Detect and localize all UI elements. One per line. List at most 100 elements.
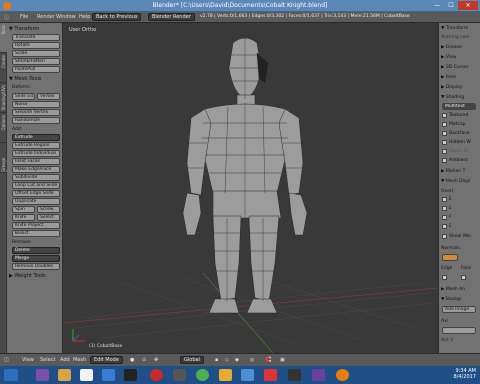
system-clock[interactable]: 9:34 AM 8/4/2017 [454,368,476,380]
axis-select[interactable] [442,327,476,334]
acrobat-icon[interactable] [264,369,277,381]
editor-type-icon[interactable]: ⓘ [4,14,9,21]
menu-window[interactable]: Window [56,14,76,20]
shading-mode-select[interactable]: Multitext [442,103,476,110]
props-view-header[interactable]: ▶ View [441,55,457,60]
slide-edge-button[interactable]: Slide Ed [12,93,35,100]
extrude-individual-button[interactable]: Extrude Individual [12,150,60,157]
translate-button[interactable]: Translate [12,34,60,41]
viewport-scene[interactable] [63,23,438,353]
remove-doubles-button[interactable]: Remove Doubles [12,263,60,270]
menu-add[interactable]: Add [60,357,70,363]
menu-file[interactable]: File [20,14,28,20]
close-button[interactable]: ✕ [458,1,478,10]
menu-view[interactable]: View [22,357,34,363]
inset-faces-button[interactable]: Inset Faces [12,158,60,165]
spin-button[interactable]: Spin [12,206,35,213]
slide-vertex-button[interactable]: Vertex [37,93,60,100]
viewport-shading-icon[interactable]: ● [130,357,134,363]
loop-cut-and-slide-button[interactable]: Loop Cut and Slide [12,182,60,189]
proportional-edit-icon[interactable]: ◎ [250,357,254,363]
menu-render[interactable]: Render [37,14,55,20]
extrude-select[interactable]: Extrude [12,134,60,141]
maximize-button[interactable]: ☐ [444,1,458,10]
props-grease-header[interactable]: ▶ Grease [441,45,462,50]
tab-shading-uvs[interactable]: Shading/UVs [0,83,7,113]
vertex-select-icon[interactable]: ▪ [215,357,218,363]
blender-taskbar-icon[interactable] [336,369,349,381]
extrude-region-button[interactable]: Extrude Region [12,142,60,149]
depth-checkbox[interactable] [442,149,447,154]
pivot-icon[interactable]: ⊙ [142,357,146,363]
props-item-header[interactable]: ▶ Item [441,75,456,80]
app-icon-13[interactable] [312,369,325,381]
menu-help[interactable]: Help [79,14,90,20]
merge-select[interactable]: Merge [12,255,60,262]
props-mesh-analysis-header[interactable]: ▶ Mesh An [441,287,465,292]
chrome-icon[interactable] [196,369,209,381]
push-pull-button[interactable]: Push/Pull [12,66,60,73]
mode-select[interactable]: Edit Mode [90,356,123,364]
transform-panel-header[interactable]: ▼ Transform [9,26,39,32]
menu-mesh[interactable]: Mesh [73,357,86,363]
show-weight-checkbox[interactable] [442,234,447,239]
back-to-previous-button[interactable]: Back to Previous [92,13,142,21]
app-icon-1[interactable] [36,369,49,381]
matcap-checkbox[interactable] [442,122,447,127]
duplicate-button[interactable]: Duplicate [12,198,60,205]
3d-viewport[interactable]: User Ortho (1) CobaltBase [63,23,438,353]
render-engine-select[interactable]: Blender Render [148,13,195,21]
shrink-fatten-button[interactable]: Shrink/Fatten [12,58,60,65]
app-icon-5[interactable] [124,369,137,381]
amazon-icon[interactable] [80,369,93,381]
randomize-button[interactable]: Randomize [12,117,60,124]
transform-orientation-select[interactable]: Global [180,356,204,364]
screw-button[interactable]: Screw [37,206,60,213]
props-mesh-display-header[interactable]: ▼ Mesh Displ [441,179,470,184]
weight-tools-panel-header[interactable]: ▶ Weight Tools [9,273,46,279]
props-3d-cursor-header[interactable]: ▶ 3D Cursor [441,65,468,70]
delete-select[interactable]: Delete [12,247,60,254]
menu-select[interactable]: Select [40,357,55,363]
smooth-vertex-button[interactable]: Smooth Vertex [12,109,60,116]
tab-grease-pencil[interactable]: Grease Pencil [0,143,11,173]
add-image-button[interactable]: Add Image [442,306,476,313]
overlay-checkbox-1[interactable] [442,197,447,202]
editor-type-3d-icon[interactable]: ◫ [4,357,9,363]
textured-checkbox[interactable] [442,113,447,118]
noise-button[interactable]: Noise [12,101,60,108]
app-icon-12[interactable] [288,369,301,381]
pinterest-icon[interactable] [150,369,163,381]
bisect-button[interactable]: Bisect [12,230,60,237]
app-icon-10[interactable] [241,369,254,381]
knife-button[interactable]: Knife [12,214,35,221]
app-icon-4[interactable] [102,369,115,381]
normals-toggle-button[interactable] [442,254,458,261]
minimize-button[interactable]: — [430,1,444,10]
props-shading-header[interactable]: ▼ Shading [441,95,464,100]
backface-checkbox[interactable] [442,131,447,136]
knife-project-button[interactable]: Knife Project [12,222,60,229]
face-select-icon[interactable]: ◆ [235,357,239,363]
tab-tools[interactable]: Tools [0,23,7,53]
overlay-checkbox-4[interactable] [442,224,447,229]
hidden-wire-checkbox[interactable] [442,140,447,145]
edge-select-icon[interactable]: ◇ [225,357,229,363]
start-button-icon[interactable] [4,369,18,381]
folder-icon[interactable] [219,369,232,381]
tab-create[interactable]: Create [0,53,7,83]
props-motion-header[interactable]: ▶ Motion T [441,169,465,174]
render-preview-icon[interactable]: ▣ [280,357,285,363]
manipulator-icon[interactable]: ✥ [154,357,158,363]
props-transform-header[interactable]: ▼ Transform [441,26,468,31]
file-explorer-icon[interactable] [58,369,71,381]
overlay-checkbox-3[interactable] [442,215,447,220]
props-background-header[interactable]: ▼ Backgr [441,297,462,302]
make-edge-face-button[interactable]: Make Edge/Face [12,166,60,173]
knife-select-button[interactable]: Select [37,214,60,221]
snap-icon[interactable]: 🧲 [265,357,271,363]
transform-manipulator-icon[interactable] [72,329,85,342]
ambient-checkbox[interactable] [442,158,447,163]
face-info-checkbox[interactable] [461,275,466,280]
rotate-button[interactable]: Rotate [12,42,60,49]
